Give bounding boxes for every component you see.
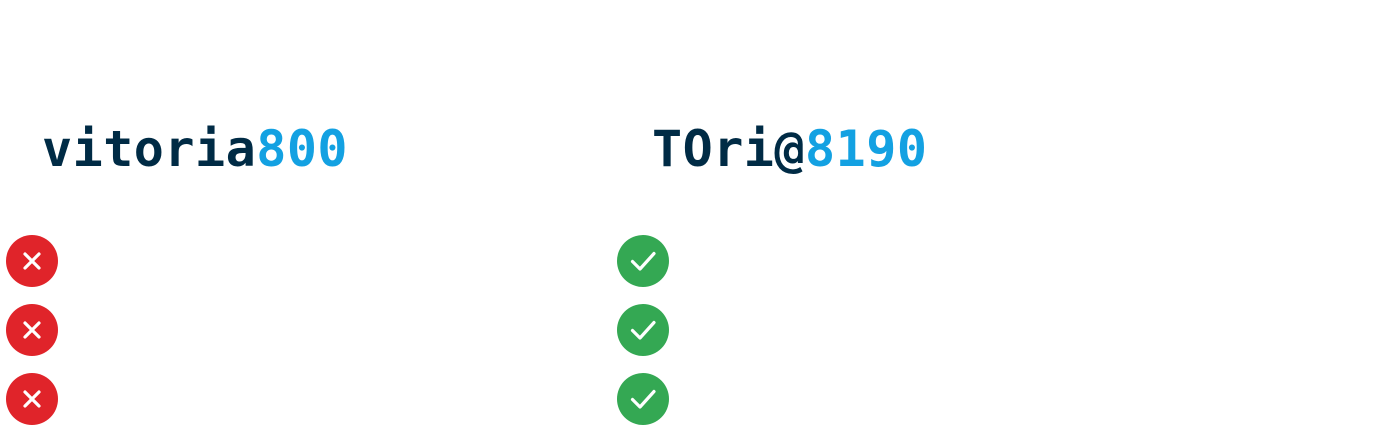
strong-password-example: TOri@8190 xyxy=(610,0,1381,430)
password-digits: 800 xyxy=(256,120,349,178)
check-result-pass xyxy=(617,235,669,287)
check-result-pass xyxy=(617,304,669,356)
check-icon xyxy=(617,304,669,356)
weak-password-checks xyxy=(6,235,58,442)
password-letters: TOri@ xyxy=(652,120,806,178)
check-result-fail xyxy=(6,235,58,287)
strong-password-text: TOri@8190 xyxy=(652,118,927,180)
weak-password-example: vitoria800 xyxy=(0,0,610,430)
check-icon xyxy=(617,373,669,425)
weak-password-text: vitoria800 xyxy=(42,118,348,180)
cross-icon xyxy=(6,235,58,287)
check-result-fail xyxy=(6,373,58,425)
strong-password-checks xyxy=(617,235,669,442)
check-result-fail xyxy=(6,304,58,356)
cross-icon xyxy=(6,304,58,356)
cross-icon xyxy=(6,373,58,425)
password-digits: 8190 xyxy=(805,120,928,178)
password-letters: vitoria xyxy=(42,120,257,178)
check-result-pass xyxy=(617,373,669,425)
check-icon xyxy=(617,235,669,287)
